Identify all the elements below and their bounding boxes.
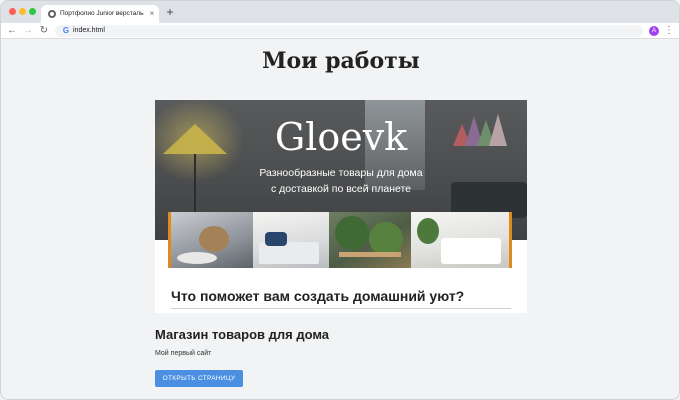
tab-strip: Портфолио Junior верстальщ... × + [1, 1, 679, 23]
forward-arrow-icon[interactable]: → [22, 25, 34, 37]
plus-icon[interactable]: + [164, 6, 176, 18]
close-window-button[interactable] [9, 8, 16, 15]
page-title: Мои работы [262, 48, 420, 74]
preview-tagline-line2: с доставкой по всей планете [270, 183, 412, 195]
rug [177, 252, 217, 264]
project-preview: Gloevk Разнообразные товары для дома с д… [155, 100, 527, 313]
address-bar[interactable]: G index.html [55, 25, 643, 37]
page-content: Мои работы Gloevk Разнообразные товары д… [1, 40, 679, 399]
divider [171, 308, 511, 309]
plant [335, 216, 369, 250]
bed [441, 238, 501, 264]
tab-portfolio[interactable]: Портфолио Junior верстальщ... × [41, 5, 159, 23]
photo-white-bedroom [411, 212, 509, 268]
pillow [265, 232, 287, 246]
preview-heading: Что поможет вам создать домашний уют? [171, 288, 465, 304]
project-description: Мой первый сайт [155, 350, 212, 357]
browser-toolbar: ← → ↻ G index.html A ⋮ [1, 23, 679, 39]
tab-title: Портфолио Junior верстальщ... [60, 10, 144, 17]
profile-avatar[interactable]: A [649, 26, 659, 36]
close-icon[interactable]: × [147, 9, 157, 19]
globe-icon [48, 10, 56, 18]
url-text[interactable]: index.html [73, 26, 273, 36]
open-page-button[interactable]: ОТКРЫТЬ СТРАНИЦУ [155, 370, 243, 387]
kebab-menu-icon[interactable]: ⋮ [664, 25, 674, 37]
desk [339, 252, 401, 257]
preview-logo: Gloevk [274, 115, 408, 159]
back-arrow-icon[interactable]: ← [6, 25, 18, 37]
maximize-window-button[interactable] [29, 8, 36, 15]
chair [199, 226, 229, 252]
photo-plants [329, 212, 411, 268]
plant [417, 218, 439, 244]
photo-bedroom [253, 212, 329, 268]
plant [369, 222, 403, 256]
reload-icon[interactable]: ↻ [38, 25, 50, 37]
google-icon: G [62, 26, 70, 35]
photo-strip [168, 212, 512, 268]
browser-window: Портфолио Junior верстальщ... × + ← → ↻ … [0, 0, 680, 400]
minimize-window-button[interactable] [19, 8, 26, 15]
project-title: Магазин товаров для дома [155, 327, 330, 342]
photo-rattan-chair [171, 212, 253, 268]
